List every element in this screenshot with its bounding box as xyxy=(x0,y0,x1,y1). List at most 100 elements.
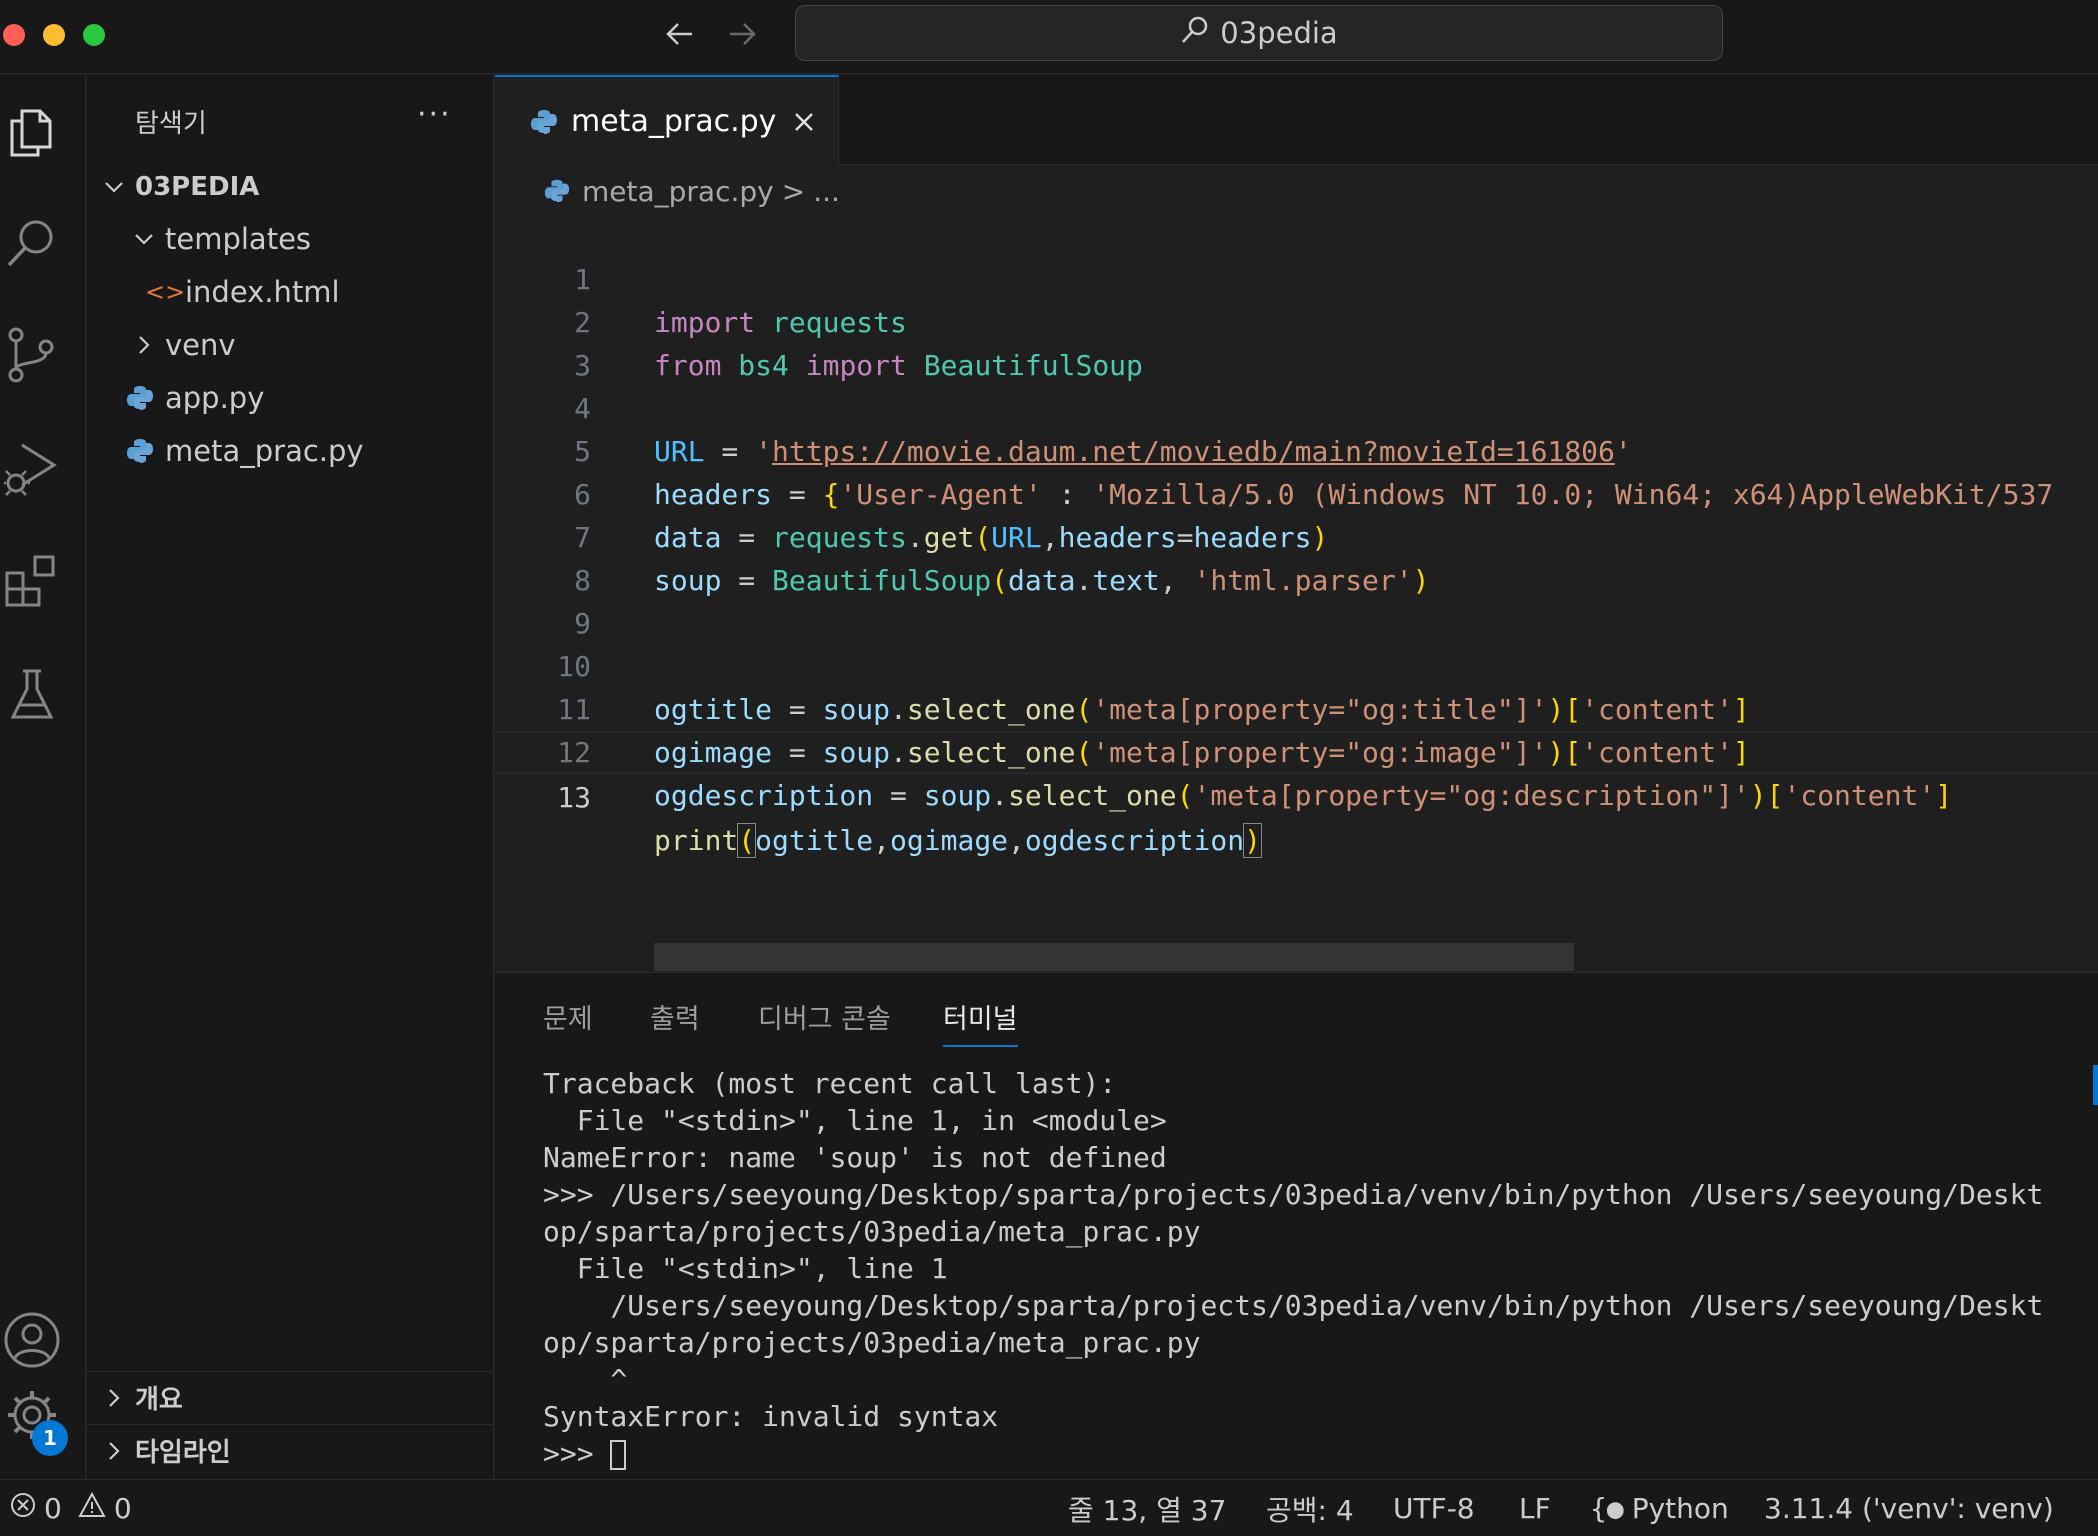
run-debug-icon[interactable] xyxy=(0,427,64,507)
code-line[interactable]: 1 import requests xyxy=(495,215,2098,339)
tab-terminal[interactable]: 터미널 xyxy=(943,997,1018,1047)
horizontal-scrollbar[interactable] xyxy=(654,943,1574,971)
code-line[interactable]: 8 xyxy=(495,516,2098,597)
timeline-section-header[interactable]: 타임라인 xyxy=(87,1424,493,1476)
terminal-output[interactable]: Traceback (most recent call last): File … xyxy=(543,1065,2083,1472)
code-text: print(ogtitle,ogimage,ogdescription) xyxy=(654,823,1262,858)
code-line[interactable]: 6 data = requests.get(URL,headers=header… xyxy=(495,430,2098,554)
tab-problems[interactable]: 문제 xyxy=(543,997,593,1047)
title-bar: 03pedia xyxy=(0,0,2098,74)
python-interpreter[interactable]: 3.11.4 ('venv': venv) xyxy=(1764,1480,2054,1536)
tree-item-label: index.html xyxy=(185,275,340,309)
workspace-root[interactable]: 03PEDIA xyxy=(87,161,493,213)
tree-item-meta-prac-py[interactable]: meta_prac.py xyxy=(87,425,493,477)
warning-icon xyxy=(78,1491,106,1525)
settings-update-badge: 1 xyxy=(32,1420,68,1456)
problems-status[interactable]: 0 0 xyxy=(10,1480,132,1536)
python-file-icon xyxy=(527,105,561,139)
chevron-down-icon xyxy=(97,170,131,204)
code-line[interactable]: 11 ogimage = soup.select_one('meta[prope… xyxy=(495,645,2098,769)
bottom-panel: 문제 출력 디버그 콘솔 터미널 Traceback (most recent … xyxy=(495,972,2098,1479)
python-file-icon xyxy=(123,381,157,415)
testing-flask-icon[interactable] xyxy=(0,655,64,735)
editor-area: meta_prac.py meta_prac.py > ... 1 import… xyxy=(495,75,2098,971)
terminal-line: SyntaxError: invalid syntax xyxy=(543,1400,999,1433)
minimize-window-button[interactable] xyxy=(43,24,65,46)
html-file-icon: <> xyxy=(145,278,186,306)
source-control-icon[interactable] xyxy=(0,315,64,395)
line-number: 13 xyxy=(557,781,591,814)
indentation-status[interactable]: 공백: 4 xyxy=(1266,1480,1354,1536)
breadcrumb-file[interactable]: meta_prac.py xyxy=(582,175,774,208)
terminal-line: op/sparta/projects/03pedia/meta_prac.py xyxy=(543,1215,1201,1248)
terminal-line: File "<stdin>", line 1, in <module> xyxy=(543,1104,1167,1137)
activity-bar: 1 xyxy=(0,75,86,1479)
breadcrumb-symbols[interactable]: ... xyxy=(813,175,840,208)
python-file-icon xyxy=(123,434,157,468)
code-line[interactable]: 3 xyxy=(495,301,2098,382)
terminal-prompt-line[interactable]: >>> xyxy=(543,1435,2083,1472)
warning-count: 0 xyxy=(113,1492,132,1525)
error-icon xyxy=(10,1492,36,1525)
close-icon[interactable] xyxy=(787,105,821,139)
tab-debug-console[interactable]: 디버그 콘솔 xyxy=(758,997,891,1047)
search-icon xyxy=(1180,15,1210,52)
code-line[interactable]: 7 soup = BeautifulSoup(data.text, 'html.… xyxy=(495,473,2098,597)
tab-label: meta_prac.py xyxy=(571,104,777,139)
breadcrumb: meta_prac.py > ... xyxy=(540,171,840,211)
terminal-line: /Users/seeyoung/Desktop/sparta/projects/… xyxy=(543,1289,2044,1322)
timeline-section-label: 타임라인 xyxy=(135,1438,231,1468)
explorer-icon[interactable] xyxy=(0,93,64,173)
command-center-search[interactable]: 03pedia xyxy=(795,5,1723,61)
code-line[interactable]: 9 xyxy=(495,559,2098,640)
panel-scrollbar[interactable] xyxy=(2093,1065,2098,1105)
cursor-position[interactable]: 줄 13, 열 37 xyxy=(1068,1480,1226,1536)
back-arrow-icon[interactable] xyxy=(660,14,700,54)
terminal-cursor xyxy=(610,1440,627,1470)
search-view-icon[interactable] xyxy=(0,203,64,283)
tab-meta-prac-py[interactable]: meta_prac.py xyxy=(495,75,839,166)
terminal-line: op/sparta/projects/03pedia/meta_prac.py xyxy=(543,1326,1201,1359)
code-line[interactable]: 5 headers = {'User-Agent' : 'Mozilla/5.0… xyxy=(495,387,2098,511)
terminal-prompt: >>> xyxy=(543,1437,611,1470)
explorer-title: 탐색기 xyxy=(135,109,207,139)
tree-item-venv[interactable]: venv xyxy=(87,319,493,371)
tree-item-templates[interactable]: templates xyxy=(87,213,493,265)
outline-section-header[interactable]: 개요 xyxy=(87,1371,493,1423)
more-actions-button[interactable]: ··· xyxy=(417,97,452,132)
code-line[interactable]: 2 from bs4 import BeautifulSoup xyxy=(495,258,2098,382)
chevron-right-icon xyxy=(127,328,161,362)
account-icon[interactable] xyxy=(0,1300,64,1380)
breadcrumb-separator: > xyxy=(781,174,806,208)
terminal-line: File "<stdin>", line 1 xyxy=(543,1252,948,1285)
tree-item-label: app.py xyxy=(165,381,265,415)
search-text: 03pedia xyxy=(1220,16,1338,50)
tree-item-app-py[interactable]: app.py xyxy=(87,372,493,424)
extensions-icon[interactable] xyxy=(0,540,64,620)
maximize-window-button[interactable] xyxy=(83,24,105,46)
code-line[interactable]: 10 ogtitle = soup.select_one('meta[prope… xyxy=(495,602,2098,726)
encoding-status[interactable]: UTF-8 xyxy=(1393,1480,1475,1536)
explorer-sidebar: 탐색기 ··· 03PEDIA templates <> index.html … xyxy=(87,75,494,1479)
outline-section-label: 개요 xyxy=(135,1385,183,1415)
chevron-down-icon xyxy=(127,222,161,256)
code-text: ogdescription = soup.select_one('meta[pr… xyxy=(654,779,1953,812)
tree-item-label: meta_prac.py xyxy=(165,434,364,468)
tab-output[interactable]: 출력 xyxy=(650,997,700,1047)
terminal-line: Traceback (most recent call last): xyxy=(543,1067,1117,1100)
chevron-right-icon xyxy=(97,1434,131,1468)
tree-item-index-html[interactable]: <> index.html xyxy=(87,266,493,318)
code-line[interactable]: 4 URL = 'https://movie.daum.net/moviedb/… xyxy=(495,344,2098,468)
language-mode[interactable]: {● Python xyxy=(1590,1480,1729,1536)
forward-arrow-icon[interactable] xyxy=(722,14,762,54)
error-count: 0 xyxy=(44,1492,62,1525)
braces-icon: {● xyxy=(1590,1492,1624,1525)
editor-tab-bar: meta_prac.py xyxy=(495,75,2098,166)
code-line[interactable]: 12 ogdescription = soup.select_one('meta… xyxy=(495,688,2098,812)
status-bar: 0 0 줄 13, 열 37 공백: 4 UTF-8 LF {● Python … xyxy=(0,1479,2098,1536)
code-line-current[interactable]: 13 print(ogtitle,ogimage,ogdescription) xyxy=(495,731,2098,858)
terminal-line: NameError: name 'soup' is not defined xyxy=(543,1141,1167,1174)
close-window-button[interactable] xyxy=(3,24,25,46)
eol-status[interactable]: LF xyxy=(1519,1480,1551,1536)
terminal-line: ^ xyxy=(543,1363,628,1396)
